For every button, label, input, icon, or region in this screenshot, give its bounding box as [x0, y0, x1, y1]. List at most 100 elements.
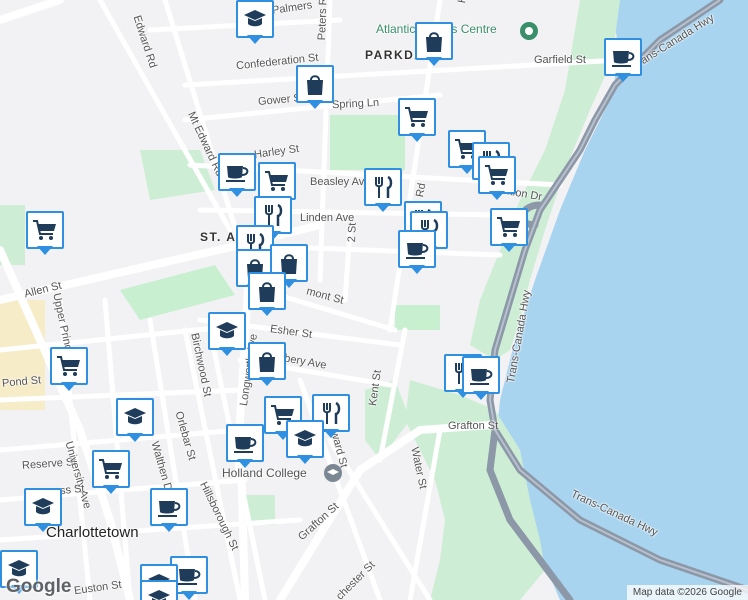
school-icon [29, 493, 57, 521]
map-base-layer [0, 0, 748, 600]
marker-box[interactable] [478, 156, 516, 194]
map-marker-shopping-cart[interactable] [92, 450, 130, 496]
marker-box[interactable] [248, 342, 286, 380]
marker-pointer [61, 382, 77, 391]
shopping-cart-icon [97, 455, 125, 483]
marker-pointer [489, 191, 505, 200]
marker-pointer [127, 433, 143, 442]
marker-pointer [323, 429, 339, 438]
map-marker-coffee[interactable] [226, 424, 264, 470]
marker-box[interactable] [24, 488, 62, 526]
marker-pointer [237, 459, 253, 468]
map-marker-coffee[interactable] [218, 153, 256, 199]
shopping-bag-icon [420, 27, 448, 55]
marker-pointer [37, 246, 53, 255]
coffee-icon [609, 43, 637, 71]
marker-box[interactable] [248, 272, 286, 310]
street-label-peters-rd: Peters Rd [316, 0, 330, 41]
coffee-icon [175, 561, 203, 589]
marker-box[interactable] [490, 208, 528, 246]
marker-box[interactable] [604, 38, 642, 76]
shopping-bag-icon [301, 70, 329, 98]
street-label-grafton-st: Grafton St [448, 420, 499, 432]
marker-pointer [259, 307, 275, 316]
shopping-cart-icon [55, 352, 83, 380]
marker-pointer [297, 455, 313, 464]
marker-box[interactable] [218, 153, 256, 191]
coffee-icon [403, 235, 431, 263]
school-icon [121, 403, 149, 431]
marker-box[interactable] [296, 65, 334, 103]
map-marker-school[interactable] [286, 420, 324, 466]
fitness-pin-icon[interactable] [520, 22, 538, 40]
marker-pointer [426, 57, 442, 66]
shopping-cart-icon [31, 216, 59, 244]
marker-box[interactable] [92, 450, 130, 488]
street-label-beasley-ave: Beasley Ave [310, 176, 371, 188]
map-marker-restaurant[interactable] [364, 168, 402, 214]
street-label-exhibition-rd: Rd [414, 182, 429, 199]
map-marker-coffee[interactable] [462, 356, 500, 402]
map-marker-shopping-bag[interactable] [248, 342, 286, 388]
map-marker-shopping-cart[interactable] [478, 156, 516, 202]
marker-box[interactable] [116, 398, 154, 436]
marker-pointer [409, 133, 425, 142]
marker-box[interactable] [364, 168, 402, 206]
park-area-2 [395, 305, 440, 330]
marker-box[interactable] [462, 356, 500, 394]
marker-box[interactable] [226, 424, 264, 462]
coffee-icon [223, 158, 251, 186]
marker-pointer [307, 100, 323, 109]
map-marker-shopping-cart[interactable] [26, 211, 64, 257]
marker-box[interactable] [286, 420, 324, 458]
map-marker-shopping-cart[interactable] [398, 98, 436, 144]
map-marker-coffee[interactable] [604, 38, 642, 84]
marker-pointer [501, 243, 517, 252]
college-pin-icon[interactable] [324, 464, 342, 482]
marker-pointer [615, 73, 631, 82]
marker-box[interactable] [50, 347, 88, 385]
map-marker-shopping-cart[interactable] [50, 347, 88, 393]
map-marker-school[interactable] [140, 580, 178, 600]
marker-pointer [247, 35, 263, 44]
marker-pointer [103, 485, 119, 494]
marker-box[interactable] [140, 580, 178, 600]
map-marker-shopping-bag[interactable] [415, 22, 453, 68]
marker-box[interactable] [208, 312, 246, 350]
map-marker-shopping-cart[interactable] [490, 208, 528, 254]
marker-box[interactable] [398, 98, 436, 136]
marker-box[interactable] [236, 0, 274, 38]
map-marker-shopping-bag[interactable] [296, 65, 334, 111]
marker-pointer [259, 377, 275, 386]
map-marker-school[interactable] [236, 0, 274, 46]
coffee-icon [155, 493, 183, 521]
google-logo: Google [6, 576, 72, 597]
marker-box[interactable] [258, 162, 296, 200]
map-marker-school[interactable] [24, 488, 62, 534]
marker-pointer [219, 347, 235, 356]
marker-box[interactable] [150, 488, 188, 526]
map-marker-coffee[interactable] [398, 230, 436, 276]
marker-box[interactable] [398, 230, 436, 268]
street-label-2-st: 2 St [346, 222, 359, 243]
park-area-1 [330, 115, 405, 170]
map-marker-school[interactable] [116, 398, 154, 444]
map-marker-shopping-bag[interactable] [248, 272, 286, 318]
marker-box[interactable] [415, 22, 453, 60]
map-canvas[interactable]: Edward Rd Palmers Peters Rd Confederatio… [0, 0, 748, 600]
school-icon [241, 5, 269, 33]
street-label-garfield-st: Garfield St [534, 54, 586, 66]
map-marker-coffee[interactable] [150, 488, 188, 534]
shopping-cart-icon [403, 103, 431, 131]
shopping-bag-icon [253, 277, 281, 305]
marker-box[interactable] [26, 211, 64, 249]
marker-pointer [409, 265, 425, 274]
map-attribution[interactable]: Map data ©2026 Google [626, 585, 748, 600]
marker-pointer [473, 391, 489, 400]
shopping-bag-icon [253, 347, 281, 375]
shopping-cart-icon [483, 161, 511, 189]
marker-pointer [229, 188, 245, 197]
school-icon [145, 585, 173, 600]
map-marker-school[interactable] [208, 312, 246, 358]
street-label-ss-st: ss St [59, 482, 86, 498]
